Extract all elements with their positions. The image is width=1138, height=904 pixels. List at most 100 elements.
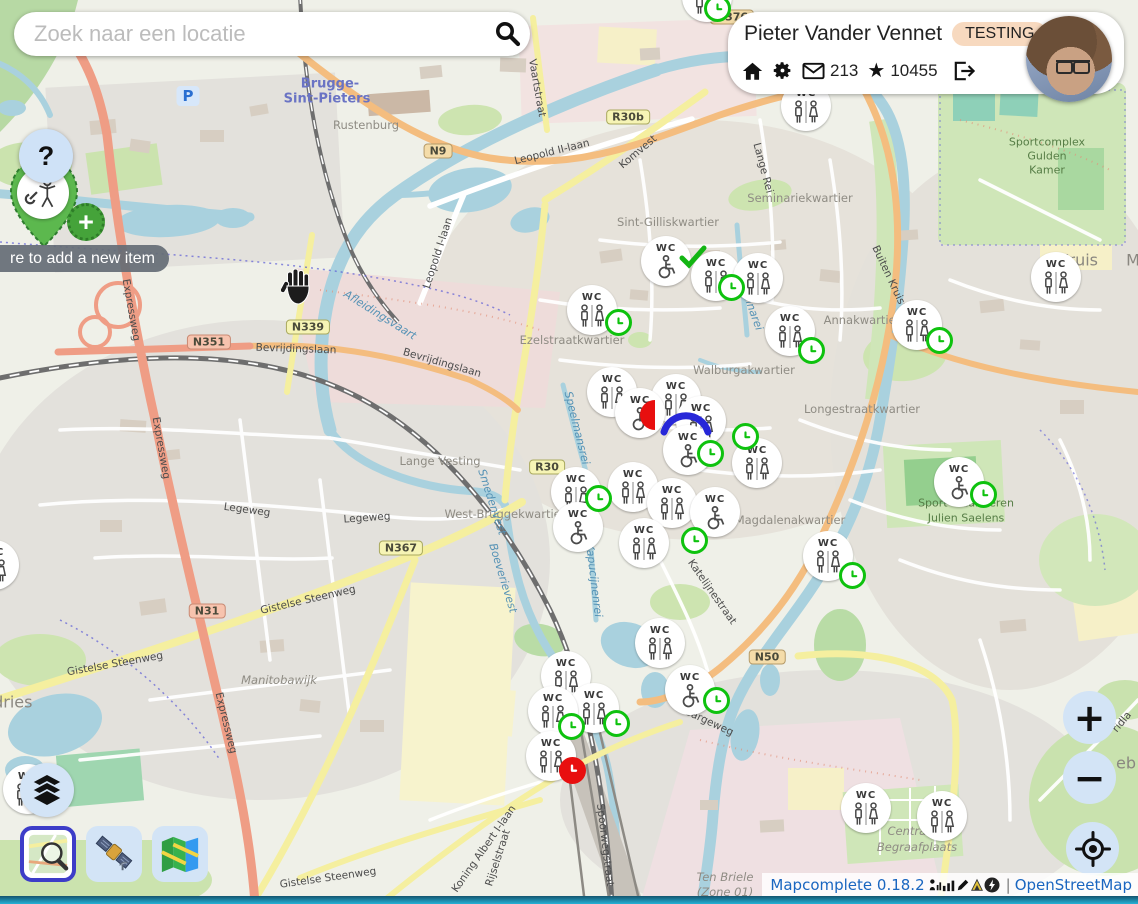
wc-marker-label: WC: [656, 244, 676, 254]
attribution-separator: |: [1006, 876, 1011, 894]
open-hours-badge-green: [926, 327, 953, 354]
user-avatar[interactable]: [1026, 16, 1112, 102]
road-ref-badge: R30b: [606, 110, 650, 125]
wc-marker-label: WC: [0, 548, 4, 558]
app-version-link[interactable]: Mapcomplete 0.18.2: [770, 876, 924, 894]
wc-marker-label: WC: [602, 375, 622, 385]
road-ref-badge: N339: [286, 320, 330, 335]
add-item-tooltip: re to add a new item: [0, 245, 169, 272]
message-count: 213: [830, 61, 858, 81]
zoom-out-button[interactable]: −: [1063, 751, 1116, 804]
search-button[interactable]: [486, 12, 530, 56]
wc-marker-label: WC: [706, 259, 726, 269]
wc-marker-label: WC: [1046, 260, 1066, 270]
layers-button[interactable]: [20, 763, 74, 817]
open-hours-badge-green: [585, 485, 612, 512]
add-plus-button[interactable]: +: [67, 203, 105, 241]
background-option-topo-map[interactable]: [152, 826, 208, 882]
wc-marker-label: WC: [634, 526, 654, 536]
contributor-icon: [928, 878, 942, 892]
attribution-bar: Mapcomplete 0.18.2 | OpenStreet: [762, 873, 1138, 896]
messages-button[interactable]: 213: [802, 61, 858, 81]
road-ref-badge: N351: [187, 335, 231, 350]
star-icon: ★: [867, 61, 885, 81]
wc-marker-label: WC: [705, 495, 725, 505]
stats-icon: [942, 878, 956, 892]
wc-marker[interactable]: WC: [619, 518, 669, 568]
wc-marker-label: WC: [680, 673, 700, 683]
osm-map-icon: [27, 833, 69, 875]
open-hours-badge-green: [839, 562, 866, 589]
zoom-in-button[interactable]: +: [1063, 691, 1116, 744]
wc-marker-label: WC: [541, 739, 561, 749]
wc-marker-label: WC: [662, 486, 682, 496]
home-button[interactable]: [742, 61, 763, 81]
wc-marker-label: WC: [566, 475, 586, 485]
gear-icon: [772, 60, 793, 81]
wc-marker[interactable]: WC: [841, 783, 891, 833]
open-hours-badge-green: [703, 687, 730, 714]
wc-marker-label: WC: [568, 510, 588, 520]
open-hours-badge-green: [798, 337, 825, 364]
open-hours-badge-green: [681, 527, 708, 554]
wc-marker-label: WC: [666, 382, 686, 392]
envelope-icon: [802, 62, 825, 80]
wc-marker-label: WC: [949, 465, 969, 475]
wc-marker-label: WC: [650, 626, 670, 636]
background-option-map[interactable]: [20, 826, 76, 882]
road-ref-badge: N50: [749, 650, 786, 665]
wc-marker[interactable]: WC: [1031, 252, 1081, 302]
help-button[interactable]: ?: [19, 129, 73, 183]
road-ref-badge: N31: [189, 604, 226, 619]
changes-icon: [984, 877, 1000, 893]
mapcomplete-app: Brugge-Sint-PietersRustenburgVaartstraat…: [0, 0, 1138, 904]
open-hours-badge-green: [603, 710, 630, 737]
search-input[interactable]: [14, 21, 486, 47]
changeset-count: 10455: [890, 61, 937, 81]
wc-marker-label: WC: [556, 659, 576, 669]
osm-link[interactable]: OpenStreetMap: [1015, 876, 1132, 894]
changesets-button[interactable]: ★ 10455: [867, 61, 937, 81]
open-hours-badge-green: [697, 440, 724, 467]
wc-marker-label: WC: [907, 308, 927, 318]
search-icon: [494, 20, 522, 48]
closed-badge-red: [559, 757, 586, 784]
wc-marker-label: WC: [582, 293, 602, 303]
satellite-icon: [93, 833, 135, 875]
wc-marker-label: WC: [818, 539, 838, 549]
wc-marker[interactable]: WC: [635, 618, 685, 668]
open-hours-badge-green: [605, 309, 632, 336]
open-hours-badge-green: [704, 0, 731, 22]
geolocate-button[interactable]: [1066, 822, 1119, 875]
layers-icon: [29, 772, 65, 808]
wc-marker-label: WC: [856, 791, 876, 801]
wc-marker-label: WC: [543, 694, 563, 704]
user-name: Pieter Vander Vennet: [744, 22, 942, 46]
background-option-satellite[interactable]: [86, 826, 142, 882]
verified-check-badge: [678, 244, 708, 270]
pencil-icon: [956, 878, 970, 892]
hand-cursor-icon: [281, 268, 315, 311]
background-chooser: [20, 826, 208, 882]
location-search-bar: [14, 12, 530, 56]
road-ref-badge: N367: [379, 541, 423, 556]
home-icon: [742, 61, 763, 81]
open-hours-badge-green: [718, 274, 745, 301]
folded-map-icon: [159, 833, 201, 875]
wc-marker-label: WC: [748, 261, 768, 271]
wc-marker-label: WC: [623, 470, 643, 480]
open-hours-badge-green: [970, 481, 997, 508]
open-hours-badge-green: [732, 423, 759, 450]
logout-button[interactable]: [953, 61, 975, 81]
attribution-icons: [928, 877, 1000, 893]
theme-icon: [970, 878, 984, 892]
crosshair-icon: [1075, 831, 1111, 867]
wc-marker-label: WC: [780, 314, 800, 324]
open-hours-badge-green: [558, 713, 585, 740]
wc-marker-label: WC: [932, 799, 952, 809]
wc-marker-label: WC: [584, 691, 604, 701]
road-ref-badge: P: [177, 86, 200, 106]
wc-marker[interactable]: WC: [917, 791, 967, 841]
settings-button[interactable]: [772, 60, 793, 81]
logout-icon: [953, 61, 975, 81]
